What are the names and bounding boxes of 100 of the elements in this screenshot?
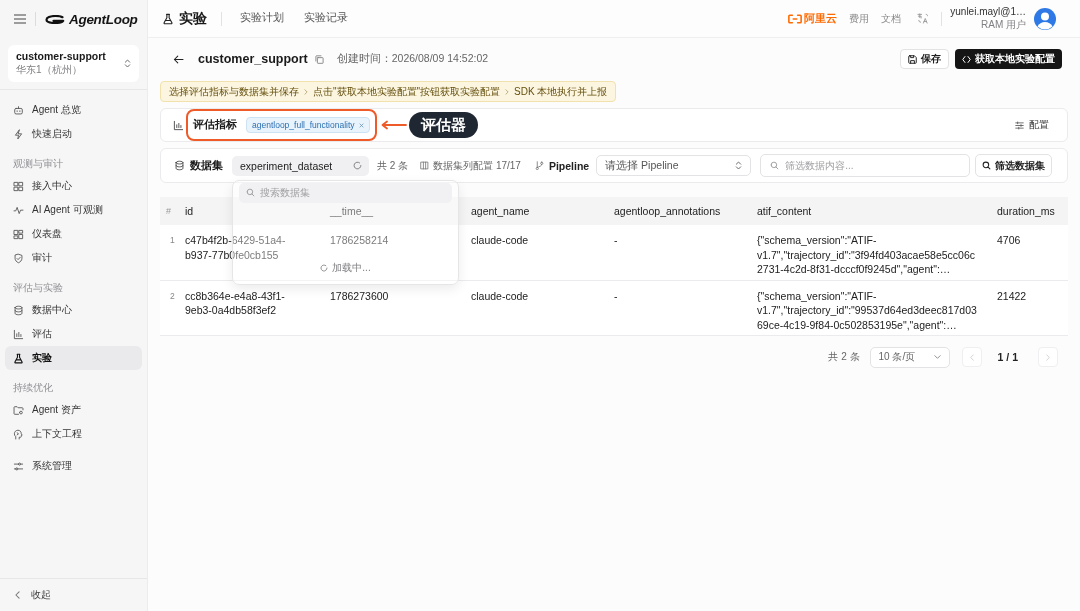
spinner-icon [353,161,362,170]
sidebar-item[interactable]: 数据中心 [5,298,142,322]
grid-icon [13,180,24,192]
table-cell: 21422 [997,280,1068,335]
sidebar-item[interactable]: Agent 总览 [5,98,142,122]
close-icon[interactable] [358,122,364,128]
menu-icon[interactable] [14,14,26,24]
chevron-left-icon [15,591,20,599]
bar-chart-icon [13,328,24,340]
table-cell: c47b4f2b-6429-51a4-b937-77b0fe0cb155 [185,225,330,280]
robot-icon [13,104,24,116]
row-count: 共 2 条 [377,158,409,173]
sidebar-item[interactable]: 审计 [5,246,142,270]
search-icon [770,161,780,170]
page-indicator: 1 / 1 [997,351,1018,363]
sidebar-item[interactable]: 接入中心 [5,174,142,198]
get-config-button[interactable]: 获取本地实验配置 [955,49,1062,69]
section-title: 观测与审计 [12,157,64,171]
user-role: RAM 用户 [981,17,1026,32]
row-number: 2 [160,280,185,335]
flask-icon [13,352,24,364]
experiment-title: customer_support [198,52,308,66]
columns-icon [420,161,430,170]
head-icon [13,428,24,440]
lightning-icon [13,128,24,140]
column-header: atif_content [757,197,997,225]
user-name[interactable]: yunlei.mayl@1… [950,5,1026,17]
column-config-button[interactable]: 数据集列配置 17/17 [420,158,521,173]
pulse-icon [13,204,24,216]
collapse-button[interactable]: 收起 [0,578,147,611]
column-header: # [160,197,185,225]
bar-chart-icon [173,119,184,131]
step-text: 选择评估指标与数据集并保存 [169,84,299,99]
column-header: agentloop_annotations [614,197,757,225]
save-icon [908,54,917,64]
chevron-updown-icon [124,58,131,69]
total-count: 共 2 条 [828,350,860,364]
table-cell: claude-code [471,280,614,335]
section-title: 评估与实验 [12,281,64,295]
spinner-icon [320,263,329,272]
dataset-select[interactable]: experiment_dataset [232,155,369,176]
step-text: 点击"获取本地实验配置"按钮获取实验配置 [313,84,501,99]
metric-label: 评估指标 [193,118,237,132]
sidebar-item[interactable]: 上下文工程 [5,422,142,446]
table-cell: {"schema_version":"ATIF- v1.7","trajectory_id":"3f94fd403acae58e5cc06c 2731-4c2d-8f31-dcccf0f9245d","agent":… [757,225,997,280]
column-header: duration_ms [997,197,1068,225]
pipeline-select[interactable]: 请选择 Pipeline [596,155,752,176]
sidebar-item[interactable]: 系统管理 [5,454,142,478]
avatar-icon[interactable] [1034,7,1056,30]
translate-icon[interactable] [917,13,929,24]
section-title: 持续优化 [12,381,54,395]
created-time: 创建时间：2026/08/09 14:52:02 [336,52,489,66]
sidebar-item[interactable]: 快速启动 [5,122,142,146]
header-link[interactable]: 费用 [849,11,870,26]
module-title: 实验 [179,9,207,28]
sliders-icon [13,460,24,472]
chevron-down-icon [933,355,941,359]
project-selector[interactable]: customer-support 华东1（杭州） [8,45,139,82]
table-cell: - [614,225,757,280]
sidebar-item[interactable]: 仪表盘 [5,222,142,246]
loading-text: 加载中... [332,260,371,275]
database-icon [13,304,24,316]
callout-arrow [380,120,407,130]
copy-icon[interactable] [314,54,324,64]
page-size-select[interactable]: 10 条/页 [869,346,950,368]
tag-text: agentloop_full_functionality [252,120,355,130]
chevron-left-icon [969,353,974,361]
sidebar-item[interactable]: Agent 资产 [5,398,142,422]
chevron-right-icon [304,88,308,95]
logo-text: AgentLoop [69,11,138,27]
chevron-updown-icon [735,160,743,171]
table-cell: 4706 [997,225,1068,280]
column-header: agent_name [471,197,614,225]
table-cell: - [614,280,757,335]
pipeline-label: Pipeline [548,159,590,172]
logo-icon [45,14,65,24]
save-button[interactable]: 保存 [900,49,949,69]
sidebar-item[interactable]: AI Agent 可观测 [5,198,142,222]
bracket-logo-icon[interactable] [788,13,803,24]
code-icon [962,54,971,64]
sidebar-item[interactable]: 实验 [5,346,142,370]
sidebar-item[interactable]: 评估 [5,322,142,346]
config-button[interactable]: 配置 [1015,118,1049,132]
sliders-icon [1015,120,1024,130]
table-cell: {"schema_version":"ATIF- v1.7","trajectory_id":"99537d64ed3deec817d03 69ce-4c19-9f84-0c502853195e","agent":… [757,280,997,335]
back-arrow-icon[interactable] [173,54,184,64]
row-number: 1 [160,225,185,280]
shield-check-icon [13,252,24,264]
table-cell: cc8b364e-e4a8-43f1-9eb3-0a4db58f3ef2 [185,280,330,335]
table-cell: claude-code [471,225,614,280]
nav-tab[interactable]: 实验计划 [240,6,284,31]
header-link[interactable]: 文档 [881,11,902,26]
dashboard-icon [13,228,24,240]
flask-icon [162,12,174,25]
folder-icon [13,404,24,416]
filter-dataset-button[interactable]: 筛选数据集 [975,154,1053,177]
database-icon [174,160,185,171]
nav-tab[interactable]: 实验记录 [304,6,348,31]
step-text: SDK 本地执行并上报 [514,84,608,99]
chevron-right-icon [505,88,510,95]
